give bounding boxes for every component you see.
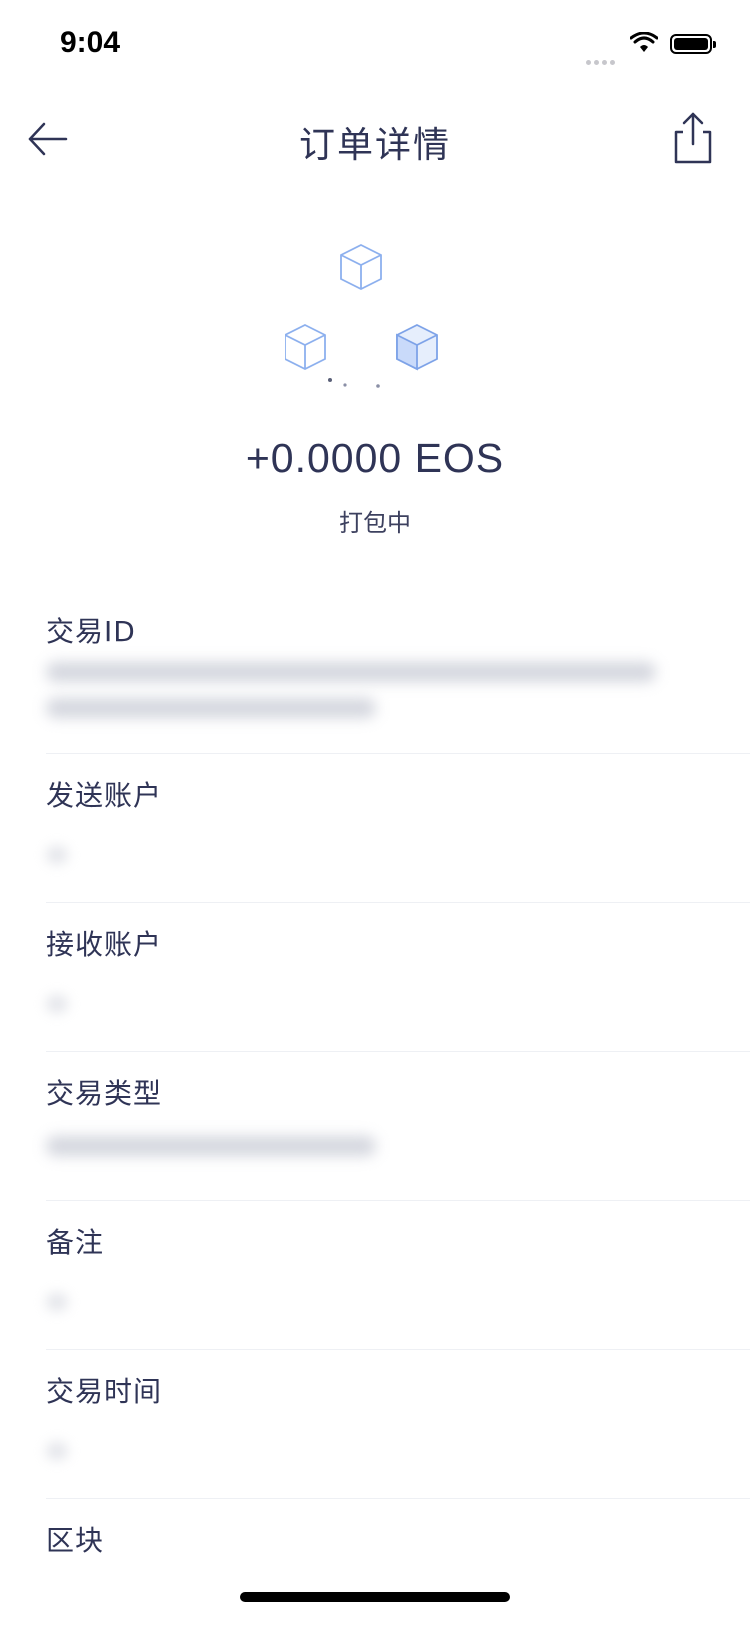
loading-dot <box>376 384 380 388</box>
detail-label: 交易类型 <box>46 1077 163 1110</box>
nav-bar: 订单详情 <box>0 100 750 180</box>
status-time: 9:04 <box>60 26 121 59</box>
share-button[interactable] <box>668 110 718 166</box>
transaction-amount: +0.0000 EOS <box>245 435 505 481</box>
redacted-value <box>46 1442 68 1460</box>
battery-icon <box>670 34 716 54</box>
detail-row-receiver[interactable]: 接收账户 <box>46 903 750 1052</box>
detail-row-block[interactable]: 区块 <box>46 1499 750 1647</box>
detail-label: 区块 <box>46 1524 105 1557</box>
detail-label: 接收账户 <box>46 928 163 961</box>
detail-label: 交易ID <box>46 615 136 648</box>
redacted-value <box>46 662 656 682</box>
share-icon <box>674 112 712 164</box>
redacted-value <box>46 995 68 1013</box>
signal-icon <box>586 50 618 69</box>
detail-label: 发送账户 <box>46 779 163 812</box>
redacted-value <box>46 1293 68 1311</box>
page-title: 订单详情 <box>298 125 451 166</box>
detail-label: 备注 <box>46 1226 105 1259</box>
cube-icon <box>340 243 382 291</box>
redacted-value <box>46 1136 376 1156</box>
loading-dot <box>328 378 332 382</box>
wifi-icon <box>630 32 658 52</box>
detail-row-sender[interactable]: 发送账户 <box>46 754 750 903</box>
home-indicator <box>240 1592 510 1602</box>
detail-row-time[interactable]: 交易时间 <box>46 1350 750 1499</box>
packing-animation-icon <box>285 243 438 388</box>
detail-label: 交易时间 <box>46 1375 163 1408</box>
redacted-value <box>46 846 68 864</box>
transaction-details-list: 交易ID 发送账户 接收账户 交易类型 备注 交易时间 区块 <box>46 590 750 1647</box>
detail-row-transaction-id[interactable]: 交易ID <box>46 590 750 754</box>
transaction-summary: +0.0000 EOS 打包中 <box>0 235 750 545</box>
transaction-status: 打包中 <box>339 509 411 537</box>
detail-row-type[interactable]: 交易类型 <box>46 1052 750 1201</box>
detail-row-memo[interactable]: 备注 <box>46 1201 750 1350</box>
redacted-value <box>46 698 376 718</box>
loading-dot <box>343 383 347 387</box>
cube-icon <box>285 323 326 371</box>
status-bar: 9:04 <box>0 0 750 90</box>
cube-icon <box>396 323 438 371</box>
